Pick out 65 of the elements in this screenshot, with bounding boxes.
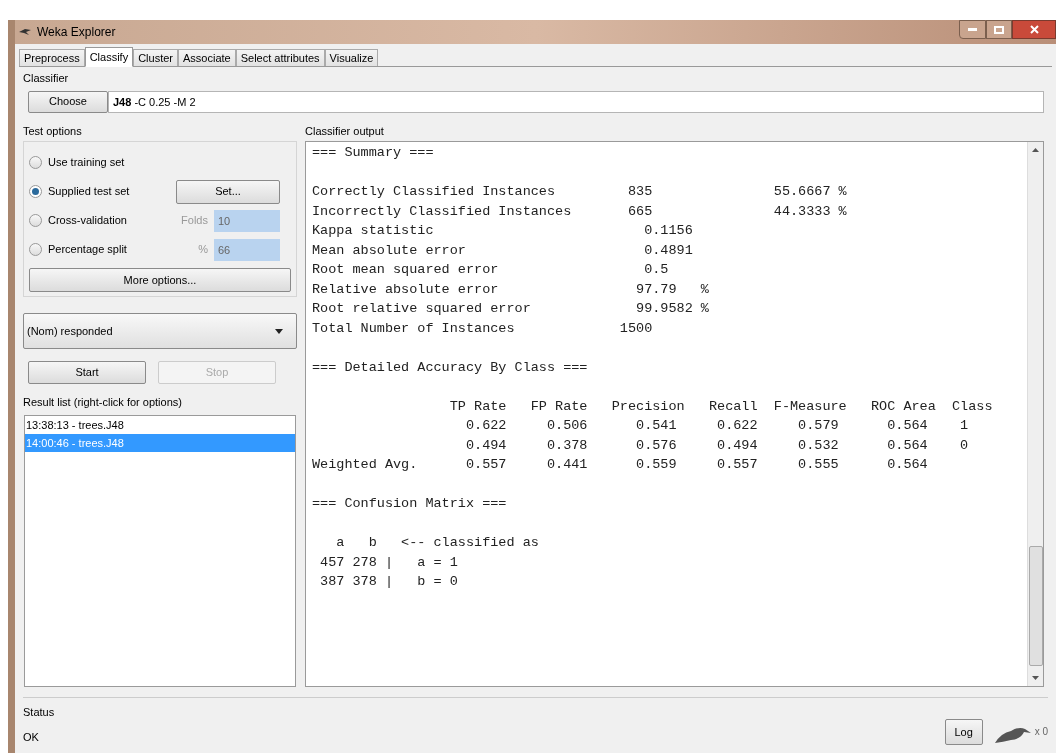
group-label: Classifier: [23, 71, 70, 86]
output-line: Mean absolute error 0.4891: [312, 241, 693, 260]
output-line: a b <-- classified as: [335, 534, 539, 552]
scrollbar[interactable]: [1027, 142, 1043, 686]
group-label: Result list (right-click for options): [23, 395, 183, 410]
option-label: Cross-validation: [48, 213, 128, 229]
input-field[interactable]: 10: [214, 209, 280, 232]
output-line: Relative absolute error 97.79 %: [312, 280, 709, 299]
tab[interactable]: Cluster: [133, 49, 178, 66]
radio-button[interactable]: [29, 185, 42, 198]
classifier-field[interactable]: J48 -C 0.25 -M 2: [108, 90, 1044, 113]
output-line: === Summary ===: [312, 144, 434, 162]
output-line: Correctly Classified Instances 835 55.6667 %: [312, 183, 847, 201]
dropdown-arrow-icon: [275, 328, 283, 334]
result-item[interactable]: 13:38:13 - trees.J48: [25, 415, 295, 434]
run-button[interactable]: Start: [28, 361, 146, 384]
option-label: Percentage split: [48, 242, 128, 258]
group-label: Status: [23, 705, 56, 720]
output-line: TP Rate FP Rate Precision Recall F-Measure ROC Area Class: [448, 397, 993, 416]
radio-button[interactable]: [29, 243, 42, 256]
output-line: 0.622 0.506 0.541 0.622 0.579 0.564 1: [464, 417, 969, 435]
tab[interactable]: Visualize: [324, 49, 379, 66]
output-line: Total Number of Instances 1500: [312, 319, 653, 338]
set-button[interactable]: Set...: [176, 179, 280, 204]
option-label: Supplied test set: [48, 184, 131, 200]
output-line: Kappa statistic 0.1156: [312, 222, 693, 240]
tab[interactable]: Preprocess: [19, 49, 85, 66]
task-count: x 0: [1034, 725, 1048, 739]
dropdown-value: (Nom) responded: [27, 323, 114, 339]
output-line: === Confusion Matrix ===: [312, 495, 507, 513]
maximize-button[interactable]: [986, 20, 1012, 39]
tab[interactable]: Classify: [84, 47, 134, 67]
radio-button[interactable]: [29, 156, 42, 169]
field-label: %: [197, 242, 209, 258]
group-label: Test options: [23, 123, 83, 139]
output-line: === Detailed Accuracy By Class ===: [312, 358, 588, 377]
log-button[interactable]: Log: [944, 719, 983, 745]
group-label: Classifier output: [305, 123, 385, 139]
close-button[interactable]: [1012, 20, 1056, 39]
scroll-up-icon: [1032, 148, 1039, 152]
output-line: Weighted Avg. 0.557 0.441 0.559 0.557 0.555 0.564: [312, 456, 928, 474]
output-line: 457 278 | a = 1: [319, 553, 458, 572]
input-field[interactable]: 66: [214, 238, 280, 261]
maximize-icon: [994, 25, 1004, 34]
output-line: Incorrectly Classified Instances 665 44.3333 %: [312, 202, 847, 221]
scrollbar-thumb[interactable]: [1028, 546, 1043, 666]
close-icon: [1029, 25, 1039, 34]
output-line: Root mean squared error 0.5: [312, 261, 669, 279]
tab[interactable]: Select attributes: [235, 49, 325, 66]
field-label: Folds: [180, 213, 209, 229]
minimize-button[interactable]: [959, 20, 986, 39]
minimize-icon: [968, 28, 977, 31]
more-options-button[interactable]: More options...: [29, 268, 291, 292]
window-title: Weka Explorer: [37, 24, 116, 41]
output-line: 0.494 0.378 0.576 0.494 0.532 0.564 0: [464, 436, 969, 455]
class-dropdown[interactable]: (Nom) responded: [23, 313, 297, 349]
app-icon: [19, 27, 31, 37]
tab[interactable]: Associate: [178, 49, 236, 66]
radio-button[interactable]: [29, 214, 42, 227]
output-line: Root relative squared error 99.9582 %: [312, 300, 709, 318]
output-line: 387 378 | b = 0: [319, 573, 458, 591]
choose-button[interactable]: Choose: [28, 90, 108, 113]
option-label: Use training set: [48, 155, 126, 171]
status-message: OK: [23, 729, 40, 745]
scroll-down-icon: [1032, 676, 1039, 680]
